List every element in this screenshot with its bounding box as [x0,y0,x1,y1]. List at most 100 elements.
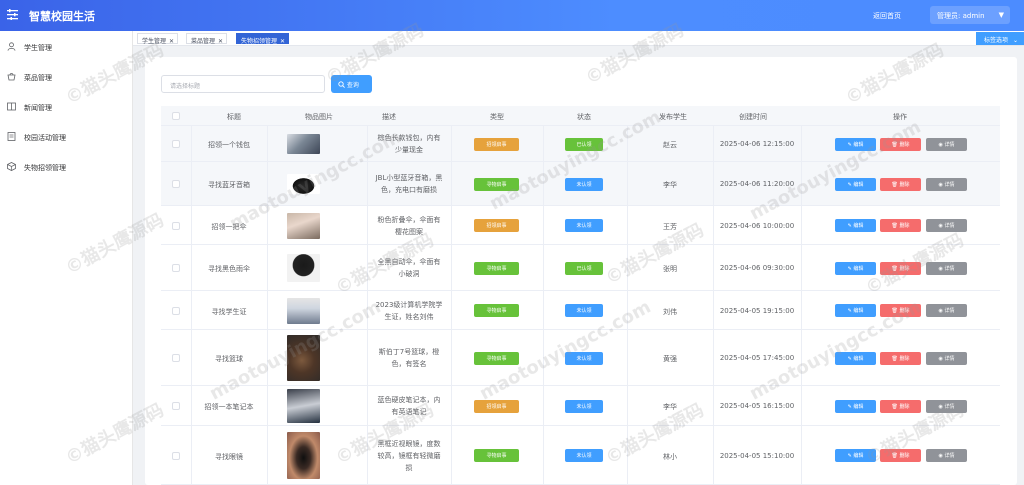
table-row: 招领一本笔记本 蓝色硬皮笔记本，内 有英语笔记 招领启事 未认领 李华 2025-04-05… [161,386,1000,426]
sidebar-item-news[interactable]: 新闻管理 [0,97,133,117]
col-student: 发布学生 [659,113,687,121]
lost-found-table: 标题 物品图片 描述 类型 状态 发布学生 创建时间 操作 招领一个钱包 棕色长款… [161,106,1000,485]
user-label: 管理员: admin [937,12,985,20]
detail-button-label: 详情 [944,355,955,362]
delete-button[interactable]: 🗑 删除 [880,399,921,413]
column-divider [543,245,544,291]
table-row: 招领一把伞 粉色折叠伞，伞面有 樱花图案 招领启事 未认领 王芳 2025-04-06 10… [161,206,1000,245]
row-checkbox[interactable] [172,451,180,460]
close-icon[interactable]: ✕ [280,38,285,45]
delete-button[interactable]: 🗑 删除 [880,219,921,232]
app-title: 智慧校园生活 [29,10,95,23]
row-checkbox[interactable] [172,180,180,188]
column-divider [267,126,268,162]
tab-options-button[interactable]: 标签选项 ⌄ [976,32,1024,45]
edit-button[interactable]: ✎ 编辑 [835,304,876,317]
edit-button[interactable]: ✎ 编辑 [835,177,876,191]
detail-button[interactable]: ◉ 详情 [926,399,967,413]
edit-button[interactable]: ✎ 编辑 [835,351,876,365]
delete-button[interactable]: 🗑 删除 [880,261,921,275]
select-all-checkbox[interactable] [172,112,180,120]
description-line: 蓝色硬皮笔记本，内 [377,396,441,404]
home-link[interactable]: 返回首页 [873,11,901,21]
table-row: 寻找眼镜 黑框近视眼镜，度数 较高，镜框有轻微磨损 寻物启事 未认领 林小 2025-04-… [161,426,1000,485]
detail-button[interactable]: ◉ 详情 [926,304,967,317]
cell-created-time: 2025-04-05 17:45:00 [719,354,795,362]
status-tag: 未认领 [565,399,603,413]
delete-button[interactable]: 🗑 删除 [880,137,921,151]
row-checkbox[interactable] [172,306,180,315]
status-tag: 未认领 [565,304,603,317]
detail-button[interactable]: ◉ 详情 [926,177,967,191]
tab-label: 失物招领管理 [241,38,278,45]
search-button-label: 查询 [346,82,359,89]
row-checkbox[interactable] [172,221,180,230]
tab-dishes[interactable]: 菜品管理 ✕ [186,33,228,45]
close-icon[interactable]: ✕ [169,38,174,45]
sidebar-item-dishes[interactable]: 菜品管理 [0,67,133,87]
item-image [286,174,320,194]
cell-description: 斯伯丁7号篮球，橙 色，有签名 [367,346,451,370]
edit-button[interactable]: ✎ 编辑 [835,449,876,462]
food-icon [7,73,16,81]
edit-button[interactable]: ✎ 编辑 [835,137,876,151]
row-checkbox[interactable] [172,264,180,272]
user-menu-button[interactable]: 管理员: admin ▼ [930,6,1010,24]
column-divider [543,386,544,426]
cell-student: 李华 [663,181,677,189]
row-checkbox[interactable] [172,354,180,362]
detail-button[interactable]: ◉ 详情 [926,449,967,462]
cell-title: 寻找学生证 [211,307,247,316]
search-button[interactable]: 查询 [331,75,372,93]
edit-button[interactable]: ✎ 编辑 [835,219,876,232]
edit-button-label: 编辑 [853,403,864,410]
cell-student: 林小 [663,452,677,461]
column-divider [451,386,452,426]
sidebar-item-students[interactable]: 学生管理 [0,37,133,57]
sidebar-item-label: 失物招领管理 [24,164,66,172]
edit-button-label: 编辑 [853,265,864,272]
delete-button[interactable]: 🗑 删除 [880,351,921,365]
edit-button[interactable]: ✎ 编辑 [835,399,876,413]
detail-button[interactable]: ◉ 详情 [926,261,967,275]
cell-student: 赵云 [663,141,677,149]
description-line: 少量现金 [395,146,423,154]
delete-button-label: 删除 [899,141,910,148]
detail-button[interactable]: ◉ 详情 [926,219,967,232]
tab-students[interactable]: 学生管理 ✕ [137,33,179,45]
close-icon[interactable]: ✕ [218,38,223,45]
news-icon [7,102,16,111]
edit-button[interactable]: ✎ 编辑 [835,261,876,275]
row-checkbox[interactable] [172,402,180,410]
cell-description: 粉色折叠伞，伞面有 樱花图案 [367,214,451,238]
delete-button-label: 删除 [899,181,910,188]
cell-title: 招领一本笔记本 [204,403,254,411]
cell-created-time: 2025-04-05 15:10:00 [719,451,795,460]
column-divider [267,291,268,330]
sidebar-item-activities[interactable]: 校园活动管理 [0,127,133,147]
sidebar-item-lost-found[interactable]: 失物招领管理 [0,157,133,177]
cell-created-time: 2025-04-06 11:20:00 [719,180,795,188]
item-image [286,134,320,154]
delete-button[interactable]: 🗑 删除 [880,449,921,462]
cell-description: JBL小型蓝牙音箱，黑 色，充电口有磨损 [367,172,451,196]
tab-lost-found[interactable]: 失物招领管理 ✕ [236,33,290,45]
table-row: 寻找篮球 斯伯丁7号篮球，橙 色，有签名 寻物启事 未认领 黄强 2025-04-05 17… [161,330,1000,386]
search-input[interactable]: 请选择标题 [161,75,325,93]
cell-description: 全黑自动伞，伞面有 小破洞 [367,256,451,280]
delete-button[interactable]: 🗑 删除 [880,177,921,191]
column-divider [451,426,452,485]
table-header: 标题 物品图片 描述 类型 状态 发布学生 创建时间 操作 [161,106,1000,126]
menu-toggle-icon[interactable] [7,9,18,20]
edit-button-label: 编辑 [853,223,864,229]
col-image: 物品图片 [305,113,333,121]
sidebar: 学生管理 菜品管理 新闻管理 校园活动管理 失物招领管理 [0,31,133,485]
detail-button[interactable]: ◉ 详情 [926,137,967,151]
col-actions: 操作 [893,113,907,121]
delete-button[interactable]: 🗑 删除 [880,304,921,317]
description-line: 生证，姓名刘伟 [384,312,434,321]
detail-button[interactable]: ◉ 详情 [926,351,967,365]
tab-options-label: 标签选项 [984,37,1009,44]
detail-button-label: 详情 [944,308,955,314]
row-checkbox[interactable] [172,140,180,148]
